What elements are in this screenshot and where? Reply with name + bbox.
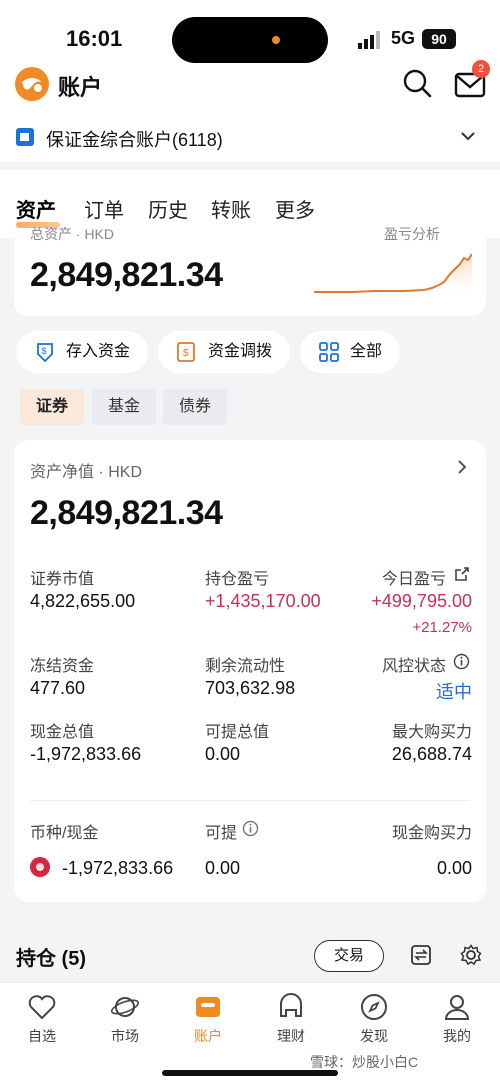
account-selector[interactable]: 保证金综合账户(6118) [46, 126, 223, 152]
all-actions-label: 全部 [350, 343, 383, 360]
securities-value: 4,822,655.00 [30, 591, 136, 611]
securities-value-label: 证券市值 [30, 571, 95, 588]
svg-text:$: $ [183, 348, 189, 359]
status-time: 16:01 [66, 26, 123, 51]
page-title: 账户 [58, 75, 103, 100]
risk-status-value[interactable]: 适中 [436, 678, 472, 704]
compass-icon [361, 994, 387, 1020]
user-icon [444, 995, 470, 1020]
home-indicator [162, 1070, 338, 1076]
hk-flag-icon [30, 857, 50, 877]
search-icon[interactable] [402, 68, 432, 98]
net-assets-label: 资产净值 · HKD [30, 464, 143, 481]
currency-cash-header: 币种/现金 [30, 825, 99, 842]
app-logo-icon [15, 67, 49, 101]
tab-orders[interactable]: 订单 [84, 194, 124, 223]
share-icon[interactable] [454, 566, 470, 582]
info-icon[interactable] [242, 820, 259, 837]
nav-account-label: 账户 [194, 1028, 222, 1044]
signal-icon [358, 31, 380, 49]
nav-market-label: 市场 [111, 1028, 139, 1044]
segment-funds[interactable]: 基金 [92, 389, 156, 425]
wallet-icon [196, 997, 220, 1017]
tab-history[interactable]: 历史 [148, 194, 188, 223]
deposit-label: 存入资金 [66, 343, 131, 360]
gear-icon[interactable] [460, 944, 482, 966]
total-assets-label: 总资产 · HKD [30, 226, 114, 242]
watermark: 雪球：炒股小白C [310, 1054, 419, 1070]
planet-icon [110, 997, 140, 1017]
grid-icon [319, 342, 339, 362]
recording-dot [272, 36, 280, 44]
fund-transfer-label: 资金调拨 [208, 343, 273, 360]
info-icon[interactable] [453, 653, 470, 670]
hkd-withdrawable-value: 0.00 [205, 858, 241, 878]
swap-icon[interactable] [410, 944, 432, 966]
cash-total-label: 现金总值 [30, 724, 95, 741]
hkd-buying-power-value: 0.00 [436, 858, 472, 878]
frozen-cash-value: 477.60 [30, 678, 86, 698]
nav-market[interactable]: 市场 [95, 992, 155, 1046]
cash-total-value: -1,972,833.66 [30, 744, 142, 764]
nav-me-label: 我的 [443, 1028, 471, 1044]
position-pnl-label: 持仓盈亏 [205, 571, 270, 588]
elephant-icon [280, 993, 302, 1017]
withdrawable-total-value: 0.00 [205, 744, 241, 764]
liquidity-label: 剩余流动性 [205, 658, 286, 675]
divider [30, 800, 470, 801]
battery-indicator: 90 [422, 29, 456, 49]
total-assets-value: 2,849,821.34 [30, 256, 223, 294]
position-pnl-value: +1,435,170.00 [205, 591, 321, 611]
segment-securities[interactable]: 证券 [20, 389, 84, 425]
nav-wealth[interactable]: 理财 [261, 992, 321, 1046]
nav-discover[interactable]: 发现 [344, 992, 404, 1046]
account-icon [16, 128, 34, 146]
hkd-cash-value: -1,972,833.66 [62, 858, 174, 878]
net-assets-value: 2,849,821.34 [30, 494, 223, 532]
network-type: 5G [391, 28, 416, 48]
nav-discover-label: 发现 [360, 1028, 388, 1044]
today-pnl-percent: +21.27% [412, 619, 472, 636]
liquidity-value: 703,632.98 [205, 678, 296, 698]
withdrawable-header: 可提 [205, 825, 238, 842]
pnl-analysis-link[interactable]: 盈亏分析 [384, 224, 440, 244]
nav-me[interactable]: 我的 [427, 992, 487, 1046]
max-buying-power-value: 26,688.74 [391, 744, 472, 764]
frozen-cash-label: 冻结资金 [30, 658, 95, 675]
tab-more[interactable]: 更多 [275, 194, 315, 223]
trade-button[interactable]: 交易 [314, 940, 384, 972]
cash-buying-power-header: 现金购买力 [391, 825, 472, 842]
heart-icon [28, 995, 56, 1020]
all-actions-button[interactable]: 全部 [300, 331, 400, 373]
withdrawable-total-label: 可提总值 [205, 724, 270, 741]
nav-watchlist[interactable]: 自选 [12, 992, 72, 1046]
asset-trend-sparkline [314, 253, 472, 300]
mail-badge: 2 [472, 60, 490, 78]
tab-assets[interactable]: 资产 [16, 194, 56, 223]
holdings-title: 持仓 (5) [16, 948, 86, 970]
chevron-right-icon[interactable] [456, 460, 468, 474]
today-pnl-value: +499,795.00 [371, 591, 472, 611]
tab-transfer[interactable]: 转账 [211, 194, 251, 223]
nav-wealth-label: 理财 [277, 1028, 305, 1044]
fund-transfer-icon: $ [177, 342, 195, 362]
fund-transfer-button[interactable]: $ 资金调拨 [158, 331, 290, 373]
deposit-icon: $ [37, 343, 53, 363]
segment-bonds[interactable]: 债券 [163, 389, 227, 425]
risk-status-label: 风控状态 [381, 658, 446, 675]
chevron-down-icon[interactable] [460, 128, 476, 144]
today-pnl-label: 今日盈亏 [381, 571, 446, 588]
svg-text:$: $ [42, 346, 47, 356]
nav-account[interactable]: 账户 [178, 992, 238, 1046]
nav-watchlist-label: 自选 [28, 1028, 56, 1044]
max-buying-power-label: 最大购买力 [391, 724, 472, 741]
deposit-button[interactable]: $ 存入资金 [16, 331, 148, 373]
dynamic-island [172, 17, 328, 63]
